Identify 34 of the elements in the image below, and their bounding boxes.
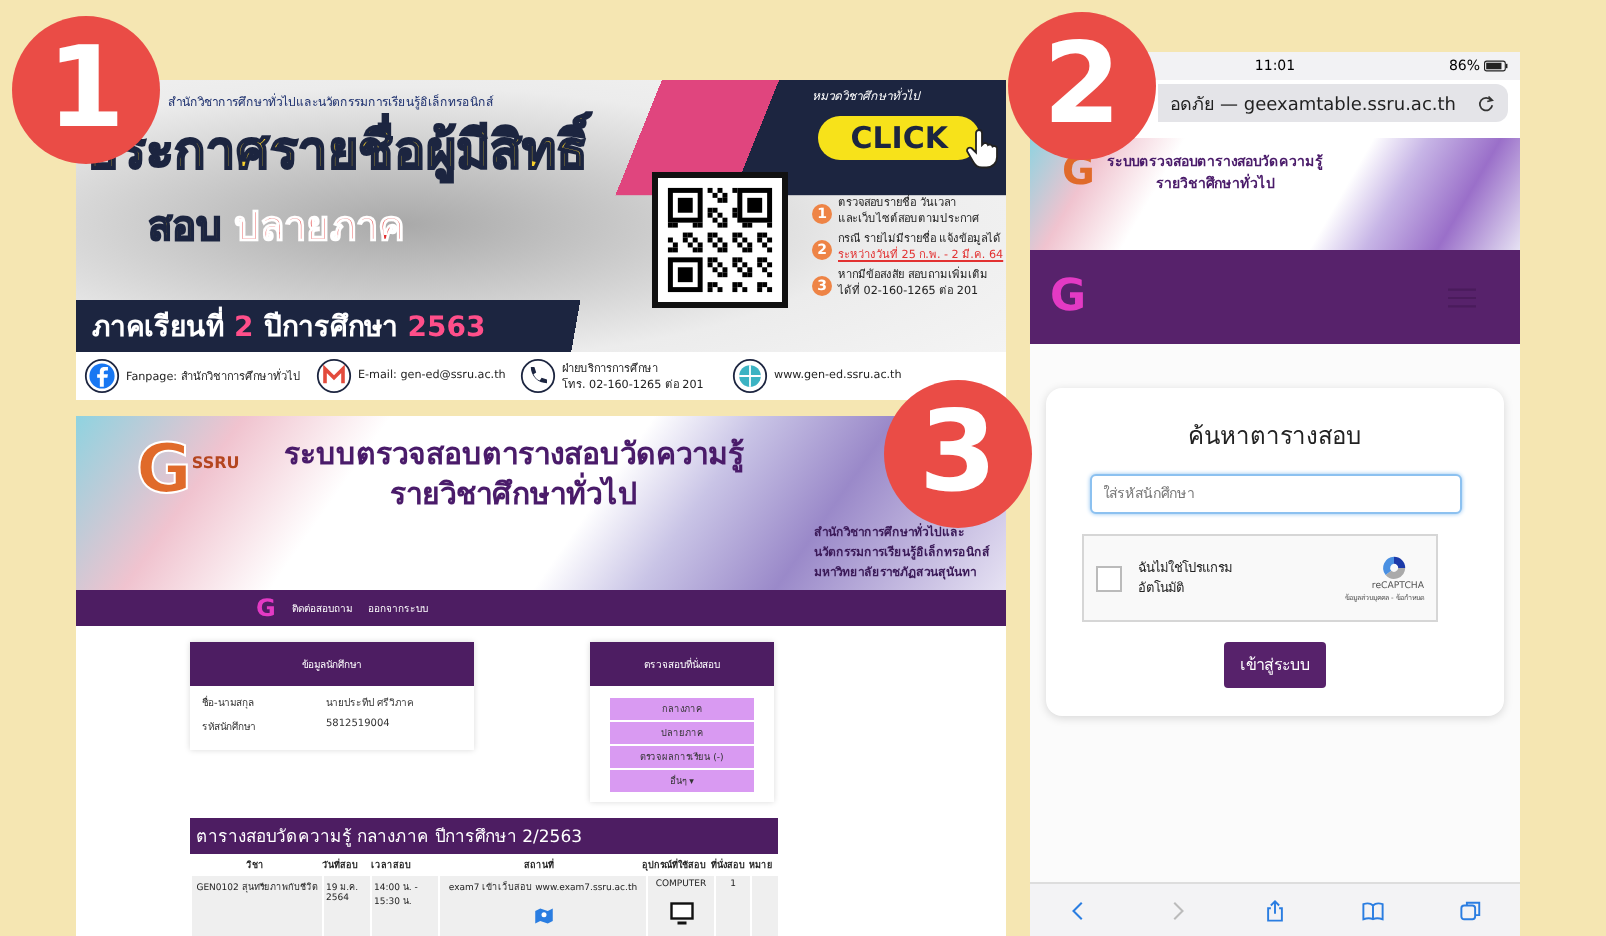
monitor-icon	[669, 902, 693, 926]
click-button[interactable]: CLICK	[818, 116, 980, 160]
captcha-checkbox[interactable]	[1096, 565, 1122, 591]
share-icon[interactable]	[1264, 899, 1286, 921]
address-bar[interactable]: อดภัย — geexamtable.ssru.ac.th	[1158, 84, 1508, 122]
logo-word: SSRU	[191, 454, 240, 472]
step-number-badge: 2	[1008, 12, 1156, 160]
logo-letter: G	[136, 436, 192, 504]
battery-icon	[1484, 60, 1508, 72]
site-title: รายวิชาศึกษาทั่วไป	[389, 475, 638, 514]
mail-icon	[316, 358, 352, 394]
reload-icon[interactable]	[1476, 93, 1496, 113]
qr-code	[652, 172, 788, 308]
year-number: 2563	[407, 312, 486, 344]
pointing-hand-icon	[964, 126, 1000, 170]
phone-icon	[520, 358, 556, 394]
site-title: ระบบตรวจสอบตารางสอบวัดความรู้	[283, 436, 744, 473]
exam-word: สอบ	[148, 199, 222, 254]
url-text: อดภัย — geexamtable.ssru.ac.th	[1170, 93, 1456, 117]
exam-term: ปลายภาค	[234, 199, 404, 254]
map-icon[interactable]	[533, 906, 553, 926]
table-title: ตารางสอบวัดความรู้ กลางภาค ปีการศึกษา 2/2563	[190, 818, 778, 854]
facebook-icon	[84, 358, 120, 394]
form-title: ค้นหาตารางสอบ	[1188, 420, 1362, 454]
login-button[interactable]: เข้าสู่ระบบ	[1224, 642, 1326, 688]
year-label: ปีการศึกษา	[263, 309, 398, 348]
term-number: 2	[234, 312, 254, 344]
tabs-icon[interactable]	[1460, 899, 1482, 921]
globe-icon	[732, 358, 768, 394]
book-icon[interactable]	[1362, 899, 1384, 921]
term-label: ภาคเรียนที่	[92, 304, 224, 348]
recaptcha-icon	[1380, 553, 1408, 581]
nav-logo: G	[1050, 272, 1087, 322]
nav-logo: G	[256, 593, 276, 622]
